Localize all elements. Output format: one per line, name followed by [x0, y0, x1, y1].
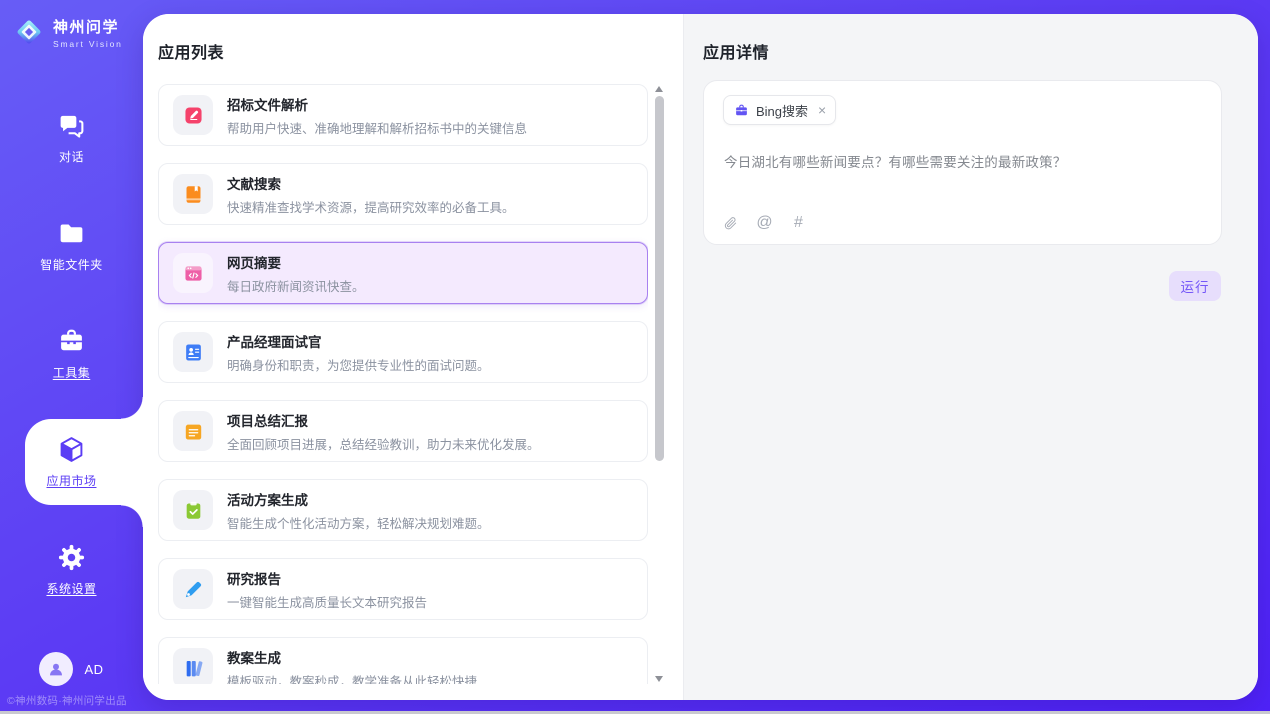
sidebar-item-smart-folders[interactable]: 智能文件夹 [0, 192, 143, 300]
app-card-title: 教案生成 [227, 647, 477, 667]
app-card-web-summary[interactable]: 网页摘要 每日政府新闻资讯快查。 [158, 242, 648, 304]
user-avatar-icon[interactable] [39, 652, 73, 686]
app-card-text: 项目总结汇报 全面回顾项目进展，总结经验教训，助力未来优化发展。 [227, 410, 540, 453]
app-card-desc: 全面回顾项目进展，总结经验教训，助力未来优化发展。 [227, 434, 540, 453]
app-card-lesson-plan-generation[interactable]: 教案生成 模板驱动，教案秒成，教学准备从此轻松快捷 [158, 637, 648, 684]
app-list: 招标文件解析 帮助用户快速、准确地理解和解析招标书中的关键信息 文献搜索 快速精… [158, 84, 648, 684]
app-card-text: 招标文件解析 帮助用户快速、准确地理解和解析招标书中的关键信息 [227, 94, 527, 137]
query-input-card[interactable]: Bing搜索 × 今日湖北有哪些新闻要点？有哪些需要关注的最新政策？ @# [703, 80, 1222, 245]
app-card-bid-document-parsing[interactable]: 招标文件解析 帮助用户快速、准确地理解和解析招标书中的关键信息 [158, 84, 648, 146]
app-detail-panel: 应用详情 Bing搜索 × 今日湖北有哪些新闻要点？有哪些需要关注的最新政策？ … [683, 14, 1258, 700]
sidebar-item-toolkit[interactable]: 工具集 [0, 300, 143, 408]
app-card-pm-interviewer[interactable]: 产品经理面试官 明确身份和职责，为您提供专业性的面试问题。 [158, 321, 648, 383]
chip-close-icon[interactable]: × [818, 103, 826, 117]
app-list-panel: 应用列表 招标文件解析 帮助用户快速、准确地理解和解析招标书中的关键信息 文献搜… [143, 14, 683, 700]
toolbox-icon [57, 327, 86, 356]
sidebar-item-label: 对话 [59, 148, 84, 165]
app-card-literature-search[interactable]: 文献搜索 快速精准查找学术资源，提高研究效率的必备工具。 [158, 163, 648, 225]
app-card-desc: 智能生成个性化活动方案，轻松解决规划难题。 [227, 513, 490, 532]
note-icon [173, 411, 213, 451]
query-text[interactable]: 今日湖北有哪些新闻要点？有哪些需要关注的最新政策？ [724, 151, 1201, 171]
hash-icon[interactable]: # [790, 214, 807, 232]
sidebar-item-label: 智能文件夹 [40, 256, 103, 273]
book-icon [173, 174, 213, 214]
sidebar-item-label: 系统设置 [46, 580, 96, 597]
app-card-desc: 模板驱动，教案秒成，教学准备从此轻松快捷 [227, 671, 477, 685]
tool-chip-bing-search[interactable]: Bing搜索 × [723, 95, 836, 125]
clipboard-check-icon [173, 490, 213, 530]
app-card-desc: 快速精准查找学术资源，提高研究效率的必备工具。 [227, 197, 515, 216]
app-detail-title: 应用详情 [703, 39, 769, 63]
app-list-scrollbar[interactable] [652, 84, 666, 684]
scrollbar-up-arrow[interactable] [655, 86, 663, 92]
app-window: 神州问学 Smart Vision 对话 智能文件夹 工具集 应用市场 [0, 0, 1270, 714]
app-card-title: 招标文件解析 [227, 94, 527, 114]
tool-chip-label: Bing搜索 [756, 101, 808, 120]
sidebar-item-label: 工具集 [53, 364, 91, 381]
user-name: AD [84, 662, 103, 677]
scrollbar-down-arrow[interactable] [655, 676, 663, 682]
app-card-title: 网页摘要 [227, 252, 365, 272]
app-card-activity-plan-generation[interactable]: 活动方案生成 智能生成个性化活动方案，轻松解决规划难题。 [158, 479, 648, 541]
cube-icon [57, 435, 86, 464]
input-toolbar: @# [722, 214, 807, 232]
app-card-title: 文献搜索 [227, 173, 515, 193]
brand-logo: 神州问学 Smart Vision [12, 15, 123, 49]
at-icon[interactable]: @ [756, 214, 773, 232]
web-code-icon [173, 253, 213, 293]
briefcase-icon [734, 103, 749, 118]
books-icon [173, 648, 213, 684]
paperclip-icon[interactable] [722, 214, 739, 232]
sidebar-item-chat[interactable]: 对话 [0, 84, 143, 192]
app-card-research-report[interactable]: 研究报告 一键智能生成高质量长文本研究报告 [158, 558, 648, 620]
app-card-text: 研究报告 一键智能生成高质量长文本研究报告 [227, 568, 427, 611]
brand-name: 神州问学 [53, 16, 123, 37]
scrollbar-thumb[interactable] [655, 96, 664, 461]
app-card-text: 教案生成 模板驱动，教案秒成，教学准备从此轻松快捷 [227, 647, 477, 685]
sidebar-item-system-settings[interactable]: 系统设置 [0, 516, 143, 624]
sidebar-item-label: 应用市场 [46, 472, 96, 489]
app-card-title: 产品经理面试官 [227, 331, 490, 351]
app-card-text: 活动方案生成 智能生成个性化活动方案，轻松解决规划难题。 [227, 489, 490, 532]
app-card-project-summary-report[interactable]: 项目总结汇报 全面回顾项目进展，总结经验教训，助力未来优化发展。 [158, 400, 648, 462]
resume-icon [173, 332, 213, 372]
app-card-text: 网页摘要 每日政府新闻资讯快查。 [227, 252, 365, 295]
app-card-desc: 明确身份和职责，为您提供专业性的面试问题。 [227, 355, 490, 374]
app-card-desc: 帮助用户快速、准确地理解和解析招标书中的关键信息 [227, 118, 527, 137]
copyright-footer: ©神州数码·神州问学出品 [7, 693, 127, 708]
app-card-title: 研究报告 [227, 568, 427, 588]
content-panel: 应用列表 招标文件解析 帮助用户快速、准确地理解和解析招标书中的关键信息 文献搜… [143, 14, 1258, 700]
run-button[interactable]: 运行 [1169, 271, 1221, 301]
app-card-desc: 每日政府新闻资讯快查。 [227, 276, 365, 295]
chat-icon [57, 111, 86, 140]
app-card-title: 项目总结汇报 [227, 410, 540, 430]
gear-icon [57, 543, 86, 572]
ink-pen-icon [173, 569, 213, 609]
app-card-desc: 一键智能生成高质量长文本研究报告 [227, 592, 427, 611]
edit-doc-icon [173, 95, 213, 135]
brand-logo-icon [12, 15, 46, 49]
app-card-text: 文献搜索 快速精准查找学术资源，提高研究效率的必备工具。 [227, 173, 515, 216]
folder-icon [57, 219, 86, 248]
sidebar: 神州问学 Smart Vision 对话 智能文件夹 工具集 应用市场 [0, 0, 143, 714]
user-row[interactable]: AD [0, 652, 143, 686]
sidebar-item-app-market[interactable]: 应用市场 [0, 408, 143, 516]
app-card-title: 活动方案生成 [227, 489, 490, 509]
brand-subtitle: Smart Vision [53, 39, 123, 49]
app-list-title: 应用列表 [158, 39, 224, 63]
sidebar-nav: 对话 智能文件夹 工具集 应用市场 系统设置 [0, 84, 143, 624]
brand-text: 神州问学 Smart Vision [53, 16, 123, 49]
app-card-text: 产品经理面试官 明确身份和职责，为您提供专业性的面试问题。 [227, 331, 490, 374]
